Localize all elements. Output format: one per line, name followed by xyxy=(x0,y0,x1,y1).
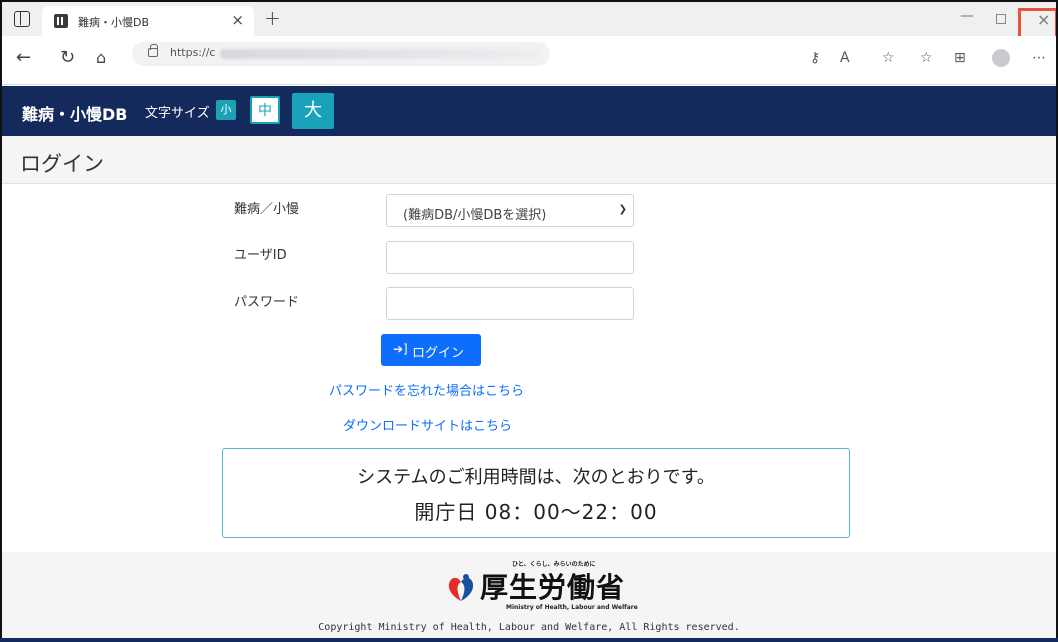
footer: ひと、くらし、みらいのために 厚生労働省 Ministry of Health,… xyxy=(2,552,1056,640)
new-tab-button[interactable]: + xyxy=(264,6,281,30)
password-input[interactable] xyxy=(386,287,634,320)
favorites-icon[interactable]: ☆ xyxy=(920,50,933,66)
key-icon[interactable]: ⚷ xyxy=(810,50,820,66)
forgot-password-link[interactable]: パスワードを忘れた場合はこちら xyxy=(329,380,524,399)
db-select-value: (難病DB/小慢DBを選択) xyxy=(403,208,547,223)
ministry-name-en: Ministry of Health, Labour and Welfare xyxy=(506,604,638,611)
service-hours-notice: システムのご利用時間は、次のとおりです。 開庁日 08：00～22：00 xyxy=(222,448,850,538)
login-button[interactable]: ➔] ログイン xyxy=(381,334,481,366)
font-size-label: 文字サイズ xyxy=(145,106,210,121)
font-size-small-button[interactable]: 小 xyxy=(216,100,236,120)
ministry-name: 厚生労働省 xyxy=(480,571,626,604)
home-icon[interactable]: ⌂ xyxy=(96,48,106,67)
site-brand[interactable]: 難病・小慢DB xyxy=(22,101,127,125)
notice-line-2: 開庁日 08：00～22：00 xyxy=(414,500,658,524)
db-select[interactable]: (難病DB/小慢DBを選択) ❯ xyxy=(386,194,634,227)
chevron-down-icon: ❯ xyxy=(618,204,627,215)
url-text: https://c xyxy=(170,46,216,59)
reload-icon[interactable]: ↻ xyxy=(60,47,75,68)
tab-close-icon[interactable]: × xyxy=(231,11,244,29)
profile-avatar[interactable] xyxy=(992,49,1010,67)
font-size-large-button[interactable]: 大 xyxy=(292,93,334,129)
site-header: 難病・小慢DB 文字サイズ 小 中 大 xyxy=(2,86,1056,136)
tab-title: 難病・小慢DB xyxy=(78,16,150,29)
font-size-medium-button[interactable]: 中 xyxy=(250,96,280,124)
favicon-icon xyxy=(54,14,68,28)
tab-bar: 難病・小慢DB × + — × xyxy=(2,2,1056,36)
url-redacted xyxy=(220,49,540,59)
mhlw-logo-icon xyxy=(448,574,474,601)
login-button-label: ログイン xyxy=(412,346,465,361)
address-bar: ← ↻ ⌂ https://c ⚷ A ☆ ☆ ⊞ ⋯ xyxy=(2,36,1056,85)
user-id-label: ユーザID xyxy=(234,248,287,263)
browser-tab[interactable]: 難病・小慢DB × xyxy=(42,6,254,36)
add-favorite-icon[interactable]: ☆ xyxy=(882,50,895,66)
page-title-bar: ログイン xyxy=(2,136,1056,184)
lock-icon[interactable] xyxy=(148,44,158,57)
copyright-text: Copyright Ministry of Health, Labour and… xyxy=(318,622,740,633)
password-label: パスワード xyxy=(234,295,300,310)
db-select-label: 難病／小慢 xyxy=(234,202,300,217)
read-aloud-icon[interactable]: A xyxy=(840,50,850,66)
page-title: ログイン xyxy=(20,152,104,176)
user-id-input[interactable] xyxy=(386,241,634,274)
browser-window: 難病・小慢DB × + — × ← ↻ ⌂ https://c ⚷ A ☆ ☆ … xyxy=(0,0,1058,642)
more-menu-icon[interactable]: ⋯ xyxy=(1032,50,1046,66)
tab-actions-icon[interactable] xyxy=(14,11,30,27)
sign-in-icon: ➔] xyxy=(393,342,408,356)
back-icon[interactable]: ← xyxy=(16,47,31,68)
minimize-button[interactable]: — xyxy=(960,8,974,24)
notice-line-1: システムのご利用時間は、次のとおりです。 xyxy=(357,467,715,488)
download-site-link[interactable]: ダウンロードサイトはこちら xyxy=(343,415,512,434)
bottom-strip xyxy=(0,638,1058,642)
collections-icon[interactable]: ⊞ xyxy=(954,50,966,66)
url-field[interactable]: https://c xyxy=(132,42,550,66)
maximize-button[interactable] xyxy=(996,14,1006,24)
